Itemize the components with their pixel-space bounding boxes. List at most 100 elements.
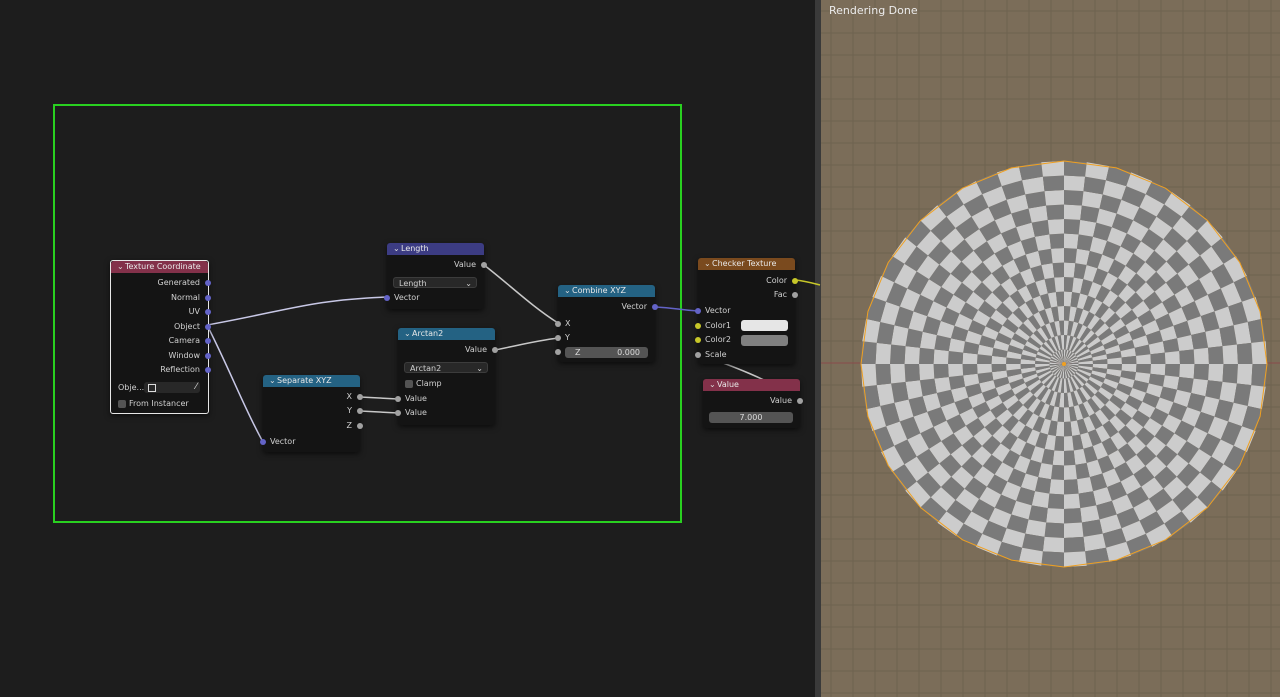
node-length[interactable]: ⌄Length Value Length ⌄ Vector bbox=[384, 243, 487, 309]
node-combine-xyz[interactable]: ⌄Combine XYZ Vector X Y Z 0.000 bbox=[555, 285, 658, 362]
socket-value-out[interactable] bbox=[797, 398, 803, 404]
socket-y-in[interactable] bbox=[555, 335, 561, 341]
z-value-field[interactable]: Z 0.000 bbox=[565, 347, 648, 358]
checker-cell bbox=[919, 364, 935, 381]
node-texture-coordinate[interactable]: ⌄Texture Coordinate Generated Normal UV … bbox=[110, 260, 211, 414]
color1-swatch[interactable] bbox=[741, 320, 788, 331]
socket-vector-in[interactable] bbox=[384, 295, 390, 301]
checker-cell bbox=[1064, 479, 1079, 495]
socket-fac-out[interactable] bbox=[792, 292, 798, 298]
z-value: 0.000 bbox=[617, 348, 640, 357]
input-x-label: X bbox=[565, 319, 571, 328]
checker-cell bbox=[1205, 380, 1223, 400]
checker-cell bbox=[1054, 277, 1064, 292]
chevron-down-icon: ⌄ bbox=[465, 279, 472, 288]
input-vector-label: Vector bbox=[705, 306, 731, 315]
clamp-checkbox[interactable] bbox=[405, 380, 413, 388]
checker-cell bbox=[1164, 351, 1180, 364]
socket-normal[interactable] bbox=[205, 295, 211, 301]
checker-cell bbox=[1150, 364, 1166, 376]
socket-window[interactable] bbox=[205, 353, 211, 359]
collapse-icon[interactable]: ⌄ bbox=[564, 285, 572, 297]
checker-cell bbox=[1136, 364, 1151, 374]
checker-cell bbox=[1236, 364, 1253, 386]
checker-cell bbox=[1064, 493, 1081, 509]
checker-cell bbox=[1049, 479, 1064, 495]
input-y-label: Y bbox=[565, 333, 570, 342]
checker-cell bbox=[1042, 536, 1064, 553]
node-checker-texture[interactable]: ⌄Checker Texture Color Fac Vector Color1… bbox=[695, 258, 798, 364]
checker-cell bbox=[1193, 347, 1209, 364]
chevron-down-icon: ⌄ bbox=[476, 364, 483, 373]
math-operation-select[interactable]: Arctan2 ⌄ bbox=[404, 362, 488, 373]
checker-cell bbox=[933, 364, 949, 379]
object-icon bbox=[148, 384, 156, 392]
input-scale-label: Scale bbox=[705, 350, 727, 359]
node-title: Combine XYZ bbox=[572, 286, 626, 295]
checker-cell bbox=[1051, 464, 1064, 480]
socket-z-in[interactable] bbox=[555, 349, 561, 355]
node-title: Length bbox=[401, 244, 429, 253]
socket-color-out[interactable] bbox=[792, 278, 798, 284]
socket-vector-out[interactable] bbox=[652, 304, 658, 310]
output-uv: UV bbox=[188, 307, 200, 316]
socket-x-in[interactable] bbox=[555, 321, 561, 327]
color2-swatch[interactable] bbox=[741, 335, 788, 346]
checker-cell bbox=[1049, 233, 1064, 249]
socket-reflection[interactable] bbox=[205, 367, 211, 373]
socket-value-out[interactable] bbox=[481, 262, 487, 268]
collapse-icon[interactable]: ⌄ bbox=[117, 261, 125, 273]
socket-value-in-2[interactable] bbox=[395, 410, 401, 416]
checker-cell bbox=[1046, 204, 1064, 220]
socket-scale-in[interactable] bbox=[695, 352, 701, 358]
socket-object[interactable] bbox=[205, 324, 211, 330]
input-value-2-label: Value bbox=[405, 408, 427, 417]
checker-cell bbox=[1047, 219, 1064, 235]
collapse-icon[interactable]: ⌄ bbox=[704, 258, 712, 270]
socket-z-out[interactable] bbox=[357, 423, 363, 429]
checker-cell bbox=[977, 364, 992, 374]
value-number-field[interactable]: 7.000 bbox=[709, 412, 793, 423]
checker-cell bbox=[1028, 505, 1048, 523]
node-title: Texture Coordinate bbox=[125, 262, 201, 271]
socket-generated[interactable] bbox=[205, 280, 211, 286]
socket-vector-in[interactable] bbox=[695, 308, 701, 314]
checker-cell bbox=[1064, 464, 1077, 480]
viewport-3d[interactable]: Rendering Done bbox=[821, 0, 1280, 697]
collapse-icon[interactable]: ⌄ bbox=[709, 379, 717, 391]
node-arctan2[interactable]: ⌄Arctan2 Value Arctan2 ⌄ Clamp Value Valu… bbox=[395, 328, 498, 425]
checker-cell bbox=[875, 364, 892, 386]
object-picker[interactable]: ⁄ bbox=[144, 382, 200, 393]
collapse-icon[interactable]: ⌄ bbox=[393, 243, 401, 255]
collapse-icon[interactable]: ⌄ bbox=[269, 375, 277, 387]
socket-x-out[interactable] bbox=[357, 394, 363, 400]
checker-cell bbox=[977, 354, 992, 364]
socket-camera[interactable] bbox=[205, 338, 211, 344]
eyedropper-icon[interactable]: ⁄ bbox=[195, 382, 197, 393]
checker-cell bbox=[1054, 436, 1064, 451]
socket-color2-in[interactable] bbox=[695, 337, 701, 343]
input-value-1-label: Value bbox=[405, 394, 427, 403]
from-instancer-checkbox[interactable] bbox=[118, 400, 126, 408]
checker-cell bbox=[962, 352, 978, 364]
checker-cell bbox=[1042, 175, 1064, 192]
node-separate-xyz[interactable]: ⌄Separate XYZ X Y Z Vector bbox=[260, 375, 363, 452]
checker-cell bbox=[1208, 346, 1224, 364]
output-x: X bbox=[346, 392, 352, 401]
node-value[interactable]: ⌄Value Value 7.000 bbox=[703, 379, 803, 428]
collapse-icon[interactable]: ⌄ bbox=[404, 328, 412, 340]
checker-cell bbox=[1064, 508, 1082, 524]
socket-uv[interactable] bbox=[205, 309, 211, 315]
checker-cell bbox=[1064, 175, 1086, 192]
socket-value-out[interactable] bbox=[492, 347, 498, 353]
socket-y-out[interactable] bbox=[357, 408, 363, 414]
checker-cell bbox=[1064, 262, 1076, 278]
socket-vector-in[interactable] bbox=[260, 439, 266, 445]
checker-cell bbox=[1052, 450, 1064, 466]
checker-cell bbox=[1044, 522, 1064, 538]
socket-color1-in[interactable] bbox=[695, 323, 701, 329]
math-operation-select[interactable]: Length ⌄ bbox=[393, 277, 477, 288]
checker-cell bbox=[1080, 205, 1100, 223]
input-vector-label: Vector bbox=[270, 437, 296, 446]
socket-value-in-1[interactable] bbox=[395, 396, 401, 402]
